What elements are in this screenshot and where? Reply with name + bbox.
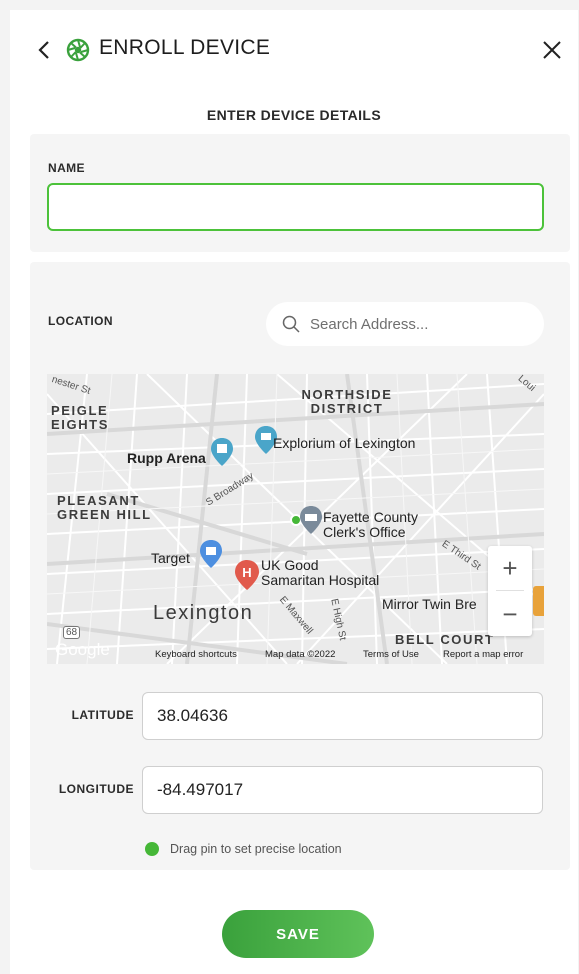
shopping-pin-icon[interactable] — [200, 540, 222, 568]
poi-target[interactable]: Target — [151, 550, 190, 566]
map[interactable]: nester St Loui NORTHSIDE DISTRICT PEIGLE… — [47, 374, 544, 664]
save-button[interactable]: SAVE — [222, 910, 374, 958]
address-search[interactable] — [266, 302, 544, 346]
poi-explorium[interactable]: Explorium of Lexington — [273, 435, 415, 451]
route-shield: 68 — [63, 626, 81, 639]
poi-fayette-1: Fayette County — [323, 509, 418, 525]
district-peigle-1: PEIGLE — [51, 403, 109, 418]
enroll-device-panel: ENROLL DEVICE ENTER DEVICE DETAILS NAME … — [10, 10, 578, 974]
poi-uk-1: UK Good — [261, 557, 319, 573]
zoom-in-button[interactable]: + — [488, 546, 532, 590]
latitude-label: LATITUDE — [71, 708, 134, 722]
page-title: ENROLL DEVICE — [99, 36, 271, 59]
district-pleasant-2: GREEN HILL — [57, 507, 152, 522]
poi-uk-2: Samaritan Hospital — [261, 572, 380, 588]
aperture-icon — [66, 38, 90, 62]
district-northside: NORTHSIDE DISTRICT — [301, 387, 393, 416]
arena-pin-icon[interactable] — [211, 438, 233, 466]
name-label: NAME — [48, 161, 85, 175]
search-icon — [282, 315, 300, 333]
district-peigle-2: EIGHTS — [51, 417, 109, 432]
poi-fayette-2: Clerk's Office — [323, 524, 406, 540]
district-label: PEIGLE EIGHTS — [51, 404, 109, 432]
pin-indicator-icon — [145, 842, 159, 856]
zoom-control: + − — [488, 546, 532, 636]
district-pleasant-1: PLEASANT — [57, 493, 140, 508]
poi-fayette-county[interactable]: Fayette County Clerk's Office — [323, 510, 418, 540]
poi-mirror-twin[interactable]: Mirror Twin Bre — [382, 596, 477, 612]
drag-pin-hint: Drag pin to set precise location — [170, 842, 342, 856]
government-pin-icon[interactable] — [300, 506, 322, 534]
district-label: PLEASANT GREEN HILL — [57, 494, 152, 522]
district-label: NORTHSIDE DISTRICT — [287, 388, 407, 416]
poi-rupp-arena[interactable]: Rupp Arena — [127, 450, 206, 466]
poi-uk-hospital[interactable]: UK Good Samaritan Hospital — [261, 558, 379, 588]
longitude-input[interactable] — [142, 766, 543, 814]
close-icon[interactable] — [540, 38, 564, 62]
name-card: NAME — [30, 134, 570, 252]
longitude-label: LONGITUDE — [58, 782, 134, 796]
city-label: Lexington — [153, 602, 254, 624]
map-marker-partial — [533, 586, 544, 616]
search-input[interactable] — [310, 310, 532, 338]
keyboard-shortcuts-link[interactable]: Keyboard shortcuts — [155, 649, 237, 660]
map-footer: Keyboard shortcuts Map data ©2022 Terms … — [47, 644, 544, 664]
hospital-pin-icon[interactable]: H — [235, 560, 259, 590]
section-heading: ENTER DEVICE DETAILS — [206, 107, 382, 123]
latitude-input[interactable] — [142, 692, 543, 740]
chevron-left-icon[interactable] — [34, 37, 56, 63]
zoom-out-button[interactable]: − — [488, 592, 532, 636]
svg-text:H: H — [242, 565, 251, 580]
header: ENROLL DEVICE — [10, 10, 578, 88]
location-label: LOCATION — [48, 314, 113, 328]
report-map-error-link[interactable]: Report a map error — [443, 649, 523, 660]
zoom-divider — [496, 590, 524, 591]
location-card: LOCATION Search Address... nester St Lou… — [30, 262, 570, 870]
map-data-label: Map data ©2022 — [265, 649, 336, 660]
name-input[interactable] — [47, 183, 544, 231]
terms-of-use-link[interactable]: Terms of Use — [363, 649, 419, 660]
